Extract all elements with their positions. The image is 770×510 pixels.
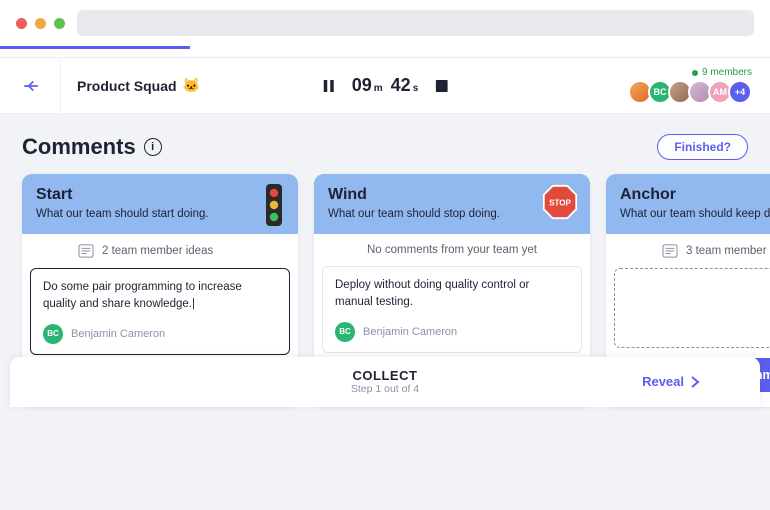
column-header: Wind What our team should stop doing. ST…: [314, 174, 590, 234]
back-button[interactable]: [18, 73, 44, 99]
svg-text:STOP: STOP: [549, 199, 571, 208]
finished-button[interactable]: Finished?: [657, 134, 748, 160]
timer-minutes: 09: [352, 75, 372, 96]
timer: 09 m 42 s: [320, 75, 451, 96]
column-meta: 3 team member ideas: [606, 234, 770, 268]
author-name: Benjamin Cameron: [71, 328, 165, 340]
topbar: Product Squad 🐱 09 m 42 s 9 members BC: [0, 58, 770, 114]
author-avatar: BC: [335, 322, 355, 342]
members: 9 members BC AM +4: [628, 67, 752, 104]
members-count: 9 members: [692, 67, 752, 78]
url-bar[interactable]: [77, 10, 754, 36]
reveal-button[interactable]: Reveal: [642, 374, 700, 389]
doc-icon: [662, 244, 678, 258]
avatars[interactable]: BC AM +4: [628, 80, 752, 104]
comment-author: BC Benjamin Cameron: [43, 324, 277, 344]
author-avatar: BC: [43, 324, 63, 344]
comment-card[interactable]: Do some pair programming to increase qua…: [30, 268, 290, 355]
stage-step: Step 1 out of 4: [351, 383, 419, 395]
team-name-text: Product Squad: [77, 78, 177, 94]
comment-text[interactable]: Do some pair programming to increase qua…: [43, 279, 277, 314]
column-meta: No comments from your team yet: [314, 234, 590, 266]
column-title: Start: [36, 186, 284, 204]
stage-indicator: COLLECT Step 1 out of 4: [351, 368, 419, 395]
minimize-window-icon[interactable]: [35, 18, 46, 29]
stage-title: COLLECT: [351, 368, 419, 383]
column-title: Wind: [328, 186, 576, 204]
stop-sign-icon: STOP: [542, 184, 578, 225]
column-meta: 2 team member ideas: [22, 234, 298, 268]
page-head: Comments i Finished?: [0, 114, 770, 174]
timer-min-unit: m: [374, 83, 383, 94]
browser-chrome: [0, 0, 770, 46]
column-title: Anchor: [620, 186, 770, 204]
pause-button[interactable]: [320, 77, 338, 95]
window-controls: [16, 18, 65, 29]
timer-sec-unit: s: [413, 83, 419, 94]
column-subtitle: What our team should keep doing.: [620, 208, 770, 220]
chevron-right-icon: [690, 376, 700, 388]
page-title: Comments i: [22, 134, 162, 160]
comment-author: BC Benjamin Cameron: [335, 322, 569, 342]
stop-timer-button[interactable]: [432, 77, 450, 95]
close-window-icon[interactable]: [16, 18, 27, 29]
info-icon[interactable]: i: [144, 138, 162, 156]
traffic-light-icon: [262, 184, 286, 235]
column-subtitle: What our team should stop doing.: [328, 208, 576, 220]
divider: [60, 58, 61, 114]
bottom-bar: COLLECT Step 1 out of 4 Reveal: [10, 357, 760, 407]
comment-placeholder[interactable]: [614, 268, 770, 348]
author-name: Benjamin Cameron: [363, 326, 457, 338]
column-header: Start What our team should start doing.: [22, 174, 298, 234]
comment-text: Deploy without doing quality control or …: [335, 277, 569, 312]
timer-seconds: 42: [391, 75, 411, 96]
maximize-window-icon[interactable]: [54, 18, 65, 29]
column-header: Anchor What our team should keep doing.: [606, 174, 770, 234]
column-subtitle: What our team should start doing.: [36, 208, 284, 220]
timer-display: 09 m 42 s: [352, 75, 419, 96]
comment-card[interactable]: Deploy without doing quality control or …: [322, 266, 582, 353]
avatar-overflow[interactable]: +4: [728, 80, 752, 104]
tabs-strip: [0, 46, 770, 58]
doc-icon: [78, 244, 94, 258]
team-name: Product Squad 🐱: [77, 77, 200, 94]
team-emoji-icon: 🐱: [183, 77, 200, 94]
